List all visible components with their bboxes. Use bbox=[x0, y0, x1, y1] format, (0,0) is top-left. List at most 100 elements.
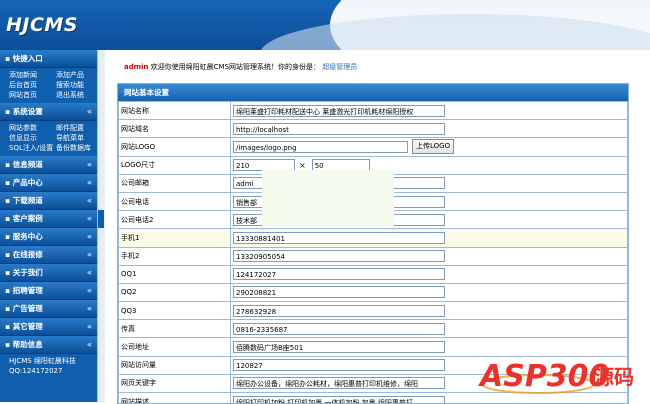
field-label: 网站域名 bbox=[119, 120, 231, 138]
sidebar-toggle-handle[interactable] bbox=[98, 210, 104, 228]
text-input[interactable]: 13330881401 bbox=[233, 232, 445, 244]
link-info-display[interactable]: 信息显示 bbox=[9, 133, 54, 143]
sidebar-group-title[interactable]: ▪ 广告管理« bbox=[0, 300, 97, 318]
sidebar-group-title[interactable]: ▪ 关于我们« bbox=[0, 264, 97, 282]
group-title-text: 系统设置 bbox=[13, 107, 43, 116]
expand-chevron-icon[interactable]: « bbox=[87, 318, 92, 335]
text-input[interactable]: 绵阳办公设备，绵阳办公耗材，绵阳惠普打印机维修，绵阳 bbox=[233, 377, 445, 389]
form-row: QQ3278632928 bbox=[119, 302, 628, 320]
link-site-home[interactable]: 网站首页 bbox=[9, 90, 54, 100]
link-add-news[interactable]: 添加新闻 bbox=[9, 70, 54, 80]
field-label: 网站名称 bbox=[119, 102, 231, 120]
field-value-cell: 124172027 bbox=[231, 265, 628, 283]
text-input[interactable]: 绵阳莱盛打印耗材配送中心 莱盛激光打印机耗材绵阳授权 bbox=[233, 105, 445, 117]
link-sql-inject[interactable]: SQL注入/设置 bbox=[9, 143, 54, 153]
sidebar: ▪ 快捷入口 添加新闻 添加产品 后台首页 搜索功能 网站首页 退出系统 ▪ 系… bbox=[0, 50, 97, 402]
sidebar-group-title[interactable]: ▪ 客户案例« bbox=[0, 210, 97, 228]
form-row: 网站LOGO/images/logo.png上传LOGO bbox=[119, 138, 628, 156]
field-label: 手机1 bbox=[119, 229, 231, 247]
expand-chevron-icon[interactable]: « bbox=[87, 264, 92, 281]
field-label: 公司电话 bbox=[119, 192, 231, 210]
welcome-message: 欢迎你使用绵阳虹晨CMS网站管理系统！你的身份是： bbox=[151, 63, 320, 71]
field-label: 网站描述 bbox=[119, 393, 231, 404]
text-input[interactable]: http://localhost bbox=[233, 123, 445, 135]
field-value-cell: 绵阳莱盛打印耗材配送中心 莱盛激光打印机耗材绵阳授权 bbox=[231, 102, 628, 120]
sidebar-toggle-strip[interactable] bbox=[97, 50, 105, 402]
link-nav-menu[interactable]: 导航菜单 bbox=[56, 133, 101, 143]
expand-chevron-icon[interactable]: « bbox=[87, 300, 92, 317]
field-label: 传真 bbox=[119, 320, 231, 338]
field-label: QQ3 bbox=[119, 302, 231, 320]
link-search[interactable]: 搜索功能 bbox=[56, 80, 101, 90]
sidebar-group-quick-entry: ▪ 快捷入口 添加新闻 添加产品 后台首页 搜索功能 网站首页 退出系统 bbox=[0, 50, 97, 103]
link-logout[interactable]: 退出系统 bbox=[56, 90, 101, 100]
watermark-logo: ASP300 源码 bbox=[476, 346, 650, 402]
link-admin-home[interactable]: 后台首页 bbox=[9, 80, 54, 90]
expand-chevron-icon[interactable]: « bbox=[87, 210, 92, 227]
field-value-cell: 13330881401 bbox=[231, 229, 628, 247]
group-title-text: 帮助信息 bbox=[13, 340, 43, 349]
panel-title: 网站基本设置 bbox=[118, 84, 628, 101]
sidebar-group-title[interactable]: ▪ 服务中心« bbox=[0, 228, 97, 246]
sidebar-group-help: ▪ 帮助信息« HJCMS 绵阳虹晨科技 QQ:124172027 bbox=[0, 336, 97, 376]
link-site-params[interactable]: 网站参数 bbox=[9, 123, 54, 133]
form-row: 手机213320905054 bbox=[119, 247, 628, 265]
logo-path-input[interactable]: /images/logo.png bbox=[233, 141, 408, 153]
field-label: 公司电话2 bbox=[119, 211, 231, 229]
expand-chevron-icon[interactable]: « bbox=[87, 174, 92, 191]
text-input[interactable]: 佰腾数码广场B座501 bbox=[233, 341, 445, 353]
text-input[interactable]: 124172027 bbox=[233, 268, 445, 280]
text-input[interactable]: 13320905054 bbox=[233, 250, 445, 262]
expand-chevron-icon[interactable]: « bbox=[87, 246, 92, 263]
sidebar-group-title[interactable]: ▪ 帮助信息« bbox=[0, 336, 97, 354]
sidebar-group-title[interactable]: ▪ 系统设置« bbox=[0, 103, 97, 121]
sidebar-group-title[interactable]: ▪ 招聘管理« bbox=[0, 282, 97, 300]
expand-chevron-icon[interactable]: « bbox=[87, 156, 92, 173]
link-mail-config[interactable]: 邮件配置 bbox=[56, 123, 101, 133]
group-title-text: 关于我们 bbox=[13, 268, 43, 277]
expand-chevron-icon[interactable]: « bbox=[87, 282, 92, 299]
text-input[interactable]: 绵阳打印机加粉,打印机加墨,一体机加粉 加墨,绵阳惠普打 bbox=[233, 396, 445, 404]
expand-chevron-icon[interactable]: « bbox=[87, 228, 92, 245]
group-title-text: 其它管理 bbox=[13, 322, 43, 331]
form-row: 网站域名http://localhost bbox=[119, 120, 628, 138]
watermark-suffix: 源码 bbox=[594, 365, 634, 389]
link-backup-db[interactable]: 备份数据库 bbox=[56, 143, 101, 153]
sidebar-group-title[interactable]: ▪ 下载频道« bbox=[0, 192, 97, 210]
current-user: admin bbox=[124, 63, 148, 71]
field-label: 网页关键字 bbox=[119, 374, 231, 392]
form-row: QQ2290208821 bbox=[119, 283, 628, 301]
upload-logo-button[interactable]: 上传LOGO bbox=[412, 139, 454, 154]
collapse-chevron-icon[interactable]: « bbox=[87, 103, 92, 120]
field-label: QQ1 bbox=[119, 265, 231, 283]
sidebar-group-system-settings: ▪ 系统设置« 网站参数 邮件配置 信息显示 导航菜单 SQL注入/设置 备份数… bbox=[0, 103, 97, 156]
field-label: 公司地址 bbox=[119, 338, 231, 356]
group-title-text: 服务中心 bbox=[13, 232, 43, 241]
text-input[interactable]: 290208821 bbox=[233, 286, 445, 298]
group-title-text: 广告管理 bbox=[13, 304, 43, 313]
sidebar-group-title[interactable]: ▪ 在线报修« bbox=[0, 246, 97, 264]
text-input[interactable]: 120827 bbox=[233, 359, 445, 371]
text-input[interactable]: 0816-2335687 bbox=[233, 323, 445, 335]
field-value-cell: 290208821 bbox=[231, 283, 628, 301]
header-banner: HJCMS bbox=[0, 0, 650, 50]
field-label: 网站访问量 bbox=[119, 356, 231, 374]
group-title-text: 招聘管理 bbox=[13, 286, 43, 295]
group-title-text: 产品中心 bbox=[13, 178, 43, 187]
sidebar-group-title[interactable]: ▪ 信息频道« bbox=[0, 156, 97, 174]
app-logo: HJCMS bbox=[6, 14, 78, 36]
sidebar-group-title[interactable]: ▪ 其它管理« bbox=[0, 318, 97, 336]
field-value-cell: 278632928 bbox=[231, 302, 628, 320]
field-label: 公司邮箱 bbox=[119, 174, 231, 192]
link-add-product[interactable]: 添加产品 bbox=[56, 70, 101, 80]
form-row: 手机113330881401 bbox=[119, 229, 628, 247]
collapse-chevron-icon[interactable]: « bbox=[87, 336, 92, 353]
sidebar-group-title[interactable]: ▪ 产品中心« bbox=[0, 174, 97, 192]
help-line: QQ:124172027 bbox=[9, 366, 97, 376]
form-row: 网站名称绵阳莱盛打印耗材配送中心 莱盛激光打印机耗材绵阳授权 bbox=[119, 102, 628, 120]
watermark-graphic: ASP300 源码 bbox=[476, 346, 650, 402]
text-input[interactable]: 278632928 bbox=[233, 305, 445, 317]
watermark-text: ASP300 bbox=[478, 359, 609, 394]
sidebar-group-title[interactable]: ▪ 快捷入口 bbox=[0, 50, 97, 68]
expand-chevron-icon[interactable]: « bbox=[87, 192, 92, 209]
